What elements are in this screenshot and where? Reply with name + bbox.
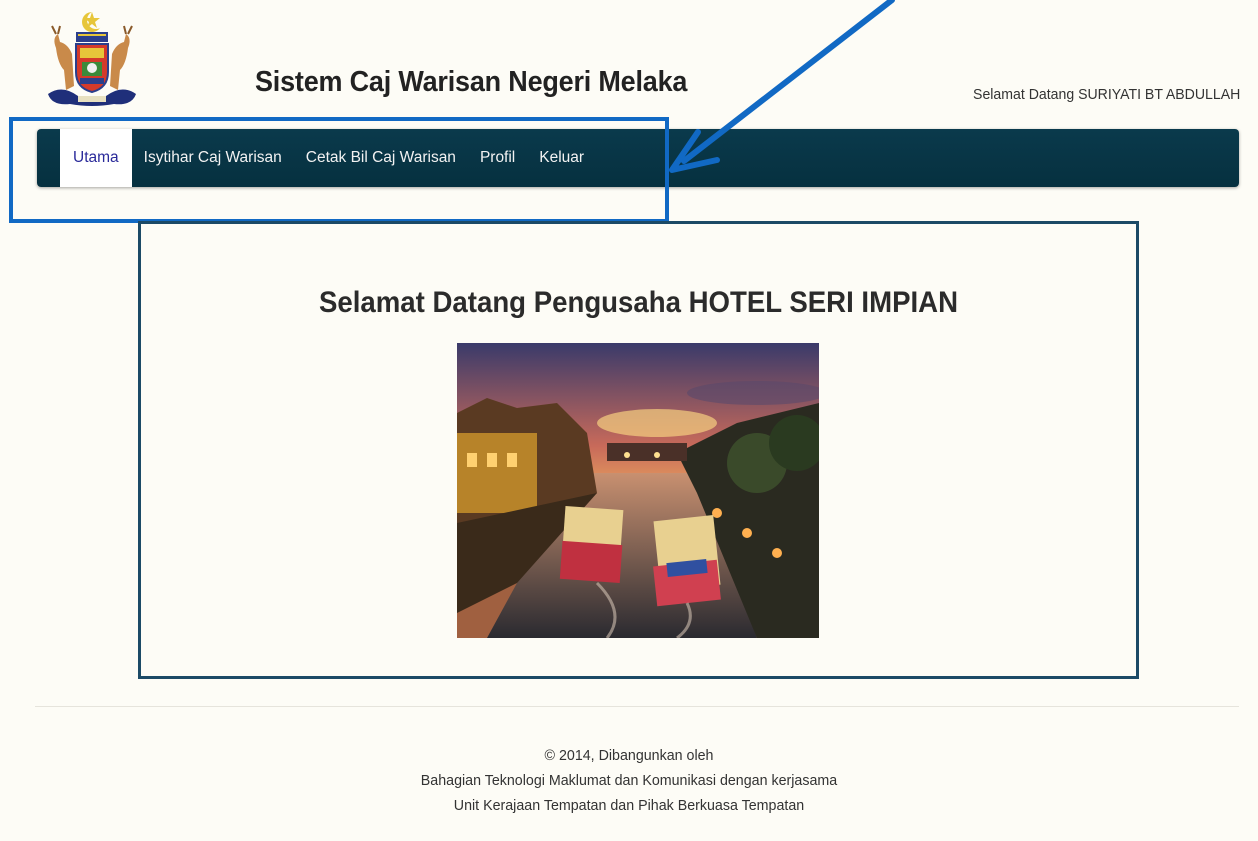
footer-partner: Unit Kerajaan Tempatan dan Pihak Berkuas… [453, 797, 805, 814]
app-title: Sistem Caj Warisan Negeri Melaka [255, 66, 688, 98]
melaka-state-crest-icon [48, 11, 136, 106]
footer: © 2014, Dibangunkan oleh Bahagian Teknol… [0, 743, 1258, 818]
nav-menu: Utama Isytihar Caj Warisan Cetak Bil Caj… [60, 129, 596, 187]
welcome-user-text: Selamat Datang SURIYATI BT ABDULLAH [972, 86, 1240, 103]
welcome-panel: Selamat Datang Pengusaha HOTEL SERI IMPI… [138, 221, 1139, 679]
nav-item-profil[interactable]: Profil [468, 129, 527, 187]
footer-developer: Bahagian Teknologi Maklumat dan Komunika… [420, 772, 838, 789]
nav-item-utama[interactable]: Utama [60, 129, 132, 187]
main-navbar: Utama Isytihar Caj Warisan Cetak Bil Caj… [37, 129, 1239, 187]
nav-item-cetak-bil-caj-warisan[interactable]: Cetak Bil Caj Warisan [294, 129, 468, 187]
melaka-river-photo [457, 343, 819, 638]
melaka-crest-logo [42, 8, 142, 108]
footer-divider [35, 706, 1239, 707]
nav-item-isytihar-caj-warisan[interactable]: Isytihar Caj Warisan [132, 129, 294, 187]
welcome-heading: Selamat Datang Pengusaha HOTEL SERI IMPI… [318, 286, 959, 319]
nav-item-keluar[interactable]: Keluar [527, 129, 596, 187]
river-scene-image [457, 343, 819, 638]
footer-copyright: © 2014, Dibangunkan oleh [544, 747, 714, 764]
